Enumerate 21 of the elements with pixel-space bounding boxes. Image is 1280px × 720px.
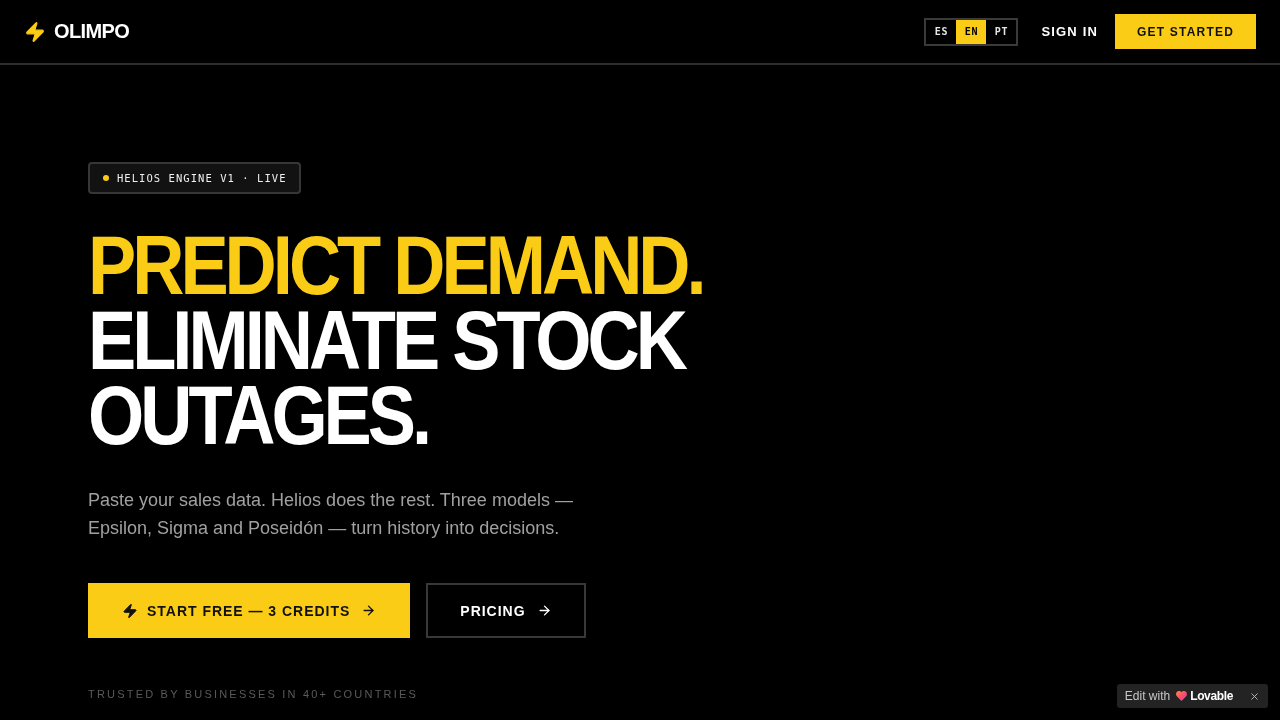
brand-link[interactable]: Lovable [1176,689,1233,703]
get-started-button[interactable]: GET STARTED [1115,14,1256,49]
lightning-bolt-icon [24,20,46,43]
arrow-right-icon [536,603,552,618]
close-icon [1249,690,1260,702]
arrow-right-icon [361,603,377,618]
headline: ELIMINATE STOCK OUTAGES. [88,303,685,453]
heart-icon [1176,691,1188,701]
hero-description: Paste your sales data. Helios does the rest. Three models — Epsilon, Sigma and Poseidón — turn history into decisions. [88,489,574,540]
start-free-button[interactable]: START FREE — 3 CREDITS [88,583,411,638]
trust-note: TRUSTED BY BUSINESSES IN 40+ COUNTRIES [88,688,419,700]
pricing-button[interactable]: PRICING [426,583,586,638]
logo-text[interactable]: OLIMPO [54,20,130,43]
language-option[interactable]: EN [956,19,987,44]
edit-label: Edit with [1124,689,1171,703]
badge-text: HELIOS ENGINE V1 · LIVE [117,172,287,184]
close-button[interactable] [1249,690,1260,702]
headline-accent: PREDICT DEMAND. [88,228,703,303]
lightning-bolt-icon [122,602,138,619]
status-dot-icon [103,175,109,181]
sign-in-link[interactable]: SIGN IN [1041,24,1098,39]
